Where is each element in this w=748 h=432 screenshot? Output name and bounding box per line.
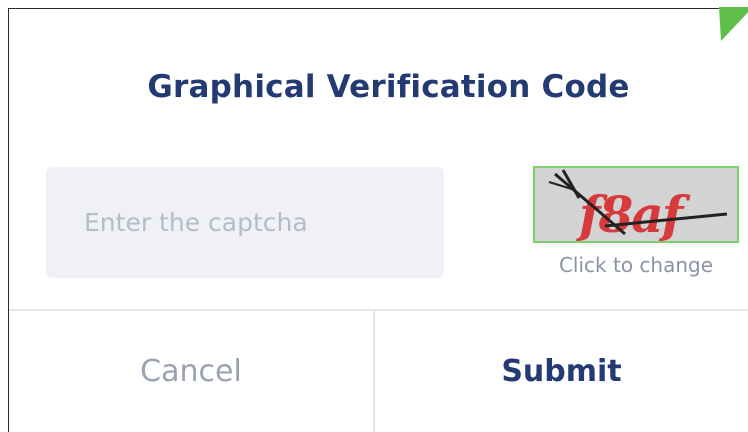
page: Graphical Verification Code f8af Click t…: [0, 0, 748, 432]
captcha-input[interactable]: [46, 167, 444, 278]
captcha-code-text: f8af: [576, 185, 691, 241]
submit-button[interactable]: Submit: [375, 311, 748, 432]
captcha-image[interactable]: f8af: [533, 166, 739, 243]
change-captcha-link[interactable]: Click to change: [533, 253, 739, 277]
cancel-button[interactable]: Cancel: [9, 311, 373, 432]
dialog-title: Graphical Verification Code: [147, 69, 630, 105]
corner-triangle-icon: [719, 7, 748, 41]
